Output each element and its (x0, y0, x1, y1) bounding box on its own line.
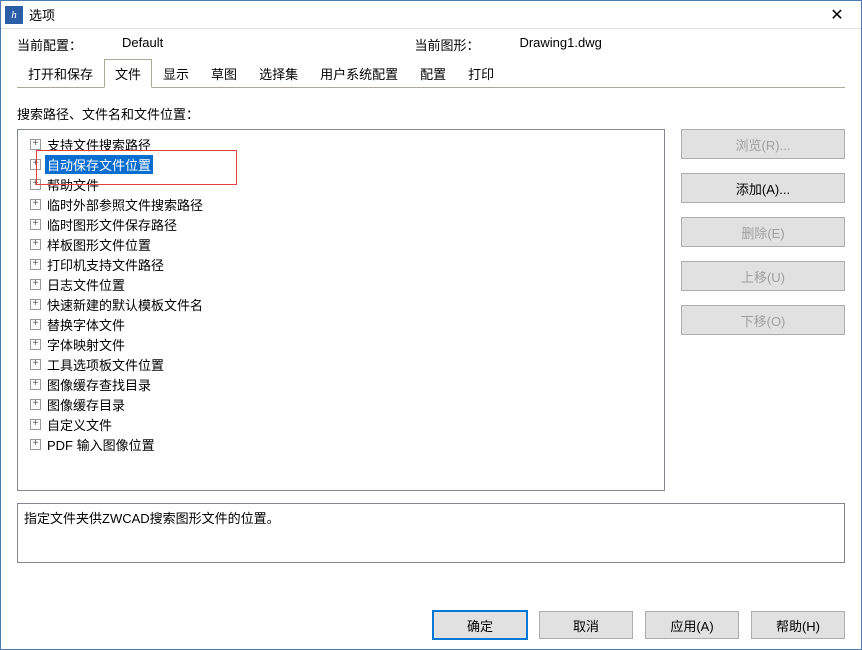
tab-7[interactable]: 打印 (457, 59, 505, 88)
side-button-4: 下移(O) (681, 305, 845, 335)
tab-0[interactable]: 打开和保存 (17, 59, 104, 88)
expand-icon[interactable]: + (30, 179, 41, 190)
tree-item[interactable]: + 帮助文件 (22, 174, 660, 194)
tree-item[interactable]: + 打印机支持文件路径 (22, 254, 660, 274)
tree-item-label: 日志文件位置 (45, 275, 127, 294)
description-text: 指定文件夹供ZWCAD搜索图形文件的位置。 (24, 511, 280, 526)
side-button-1[interactable]: 添加(A)... (681, 173, 845, 203)
tree-item-label: 图像缓存查找目录 (45, 375, 153, 394)
tab-6[interactable]: 配置 (409, 59, 457, 88)
side-button-0: 浏览(R)... (681, 129, 845, 159)
tree-item-label: 自定义文件 (45, 415, 114, 434)
tree-item-label: 工具选项板文件位置 (45, 355, 166, 374)
tree-item-label: 样板图形文件位置 (45, 235, 153, 254)
tree-item[interactable]: + 支持文件搜索路径 (22, 134, 660, 154)
drawing-value: Drawing1.dwg (519, 35, 601, 54)
window-title: 选项 (29, 5, 817, 24)
tab-content: 搜索路径、文件名和文件位置： + 支持文件搜索路径 + 自动保存文件位置 + 帮助文件 + 临… (1, 88, 861, 650)
expand-icon[interactable]: + (30, 219, 41, 230)
expand-icon[interactable]: + (30, 279, 41, 290)
side-button-3: 上移(U) (681, 261, 845, 291)
options-dialog: h 选项 ✕ 当前配置： Default 当前图形： Drawing1.dwg … (0, 0, 862, 650)
tree-item-label: 临时外部参照文件搜索路径 (45, 195, 205, 214)
bottom-buttons: 确定 取消 应用(A) 帮助(H) (433, 611, 845, 639)
apply-button[interactable]: 应用(A) (645, 611, 739, 639)
tree-item[interactable]: + 自动保存文件位置 (22, 154, 660, 174)
expand-icon[interactable]: + (30, 239, 41, 250)
expand-icon[interactable]: + (30, 359, 41, 370)
tree-item[interactable]: + PDF 输入图像位置 (22, 434, 660, 454)
expand-icon[interactable]: + (30, 379, 41, 390)
tree-item[interactable]: + 自定义文件 (22, 414, 660, 434)
tree-item[interactable]: + 图像缓存目录 (22, 394, 660, 414)
tree-item-label: 字体映射文件 (45, 335, 127, 354)
profile-label: 当前配置： (17, 35, 82, 54)
close-button[interactable]: ✕ (817, 1, 857, 28)
expand-icon[interactable]: + (30, 419, 41, 430)
expand-icon[interactable]: + (30, 339, 41, 350)
expand-icon[interactable]: + (30, 439, 41, 450)
content-label: 搜索路径、文件名和文件位置： (17, 104, 845, 123)
tree-item-label: 支持文件搜索路径 (45, 135, 153, 154)
side-button-2: 删除(E) (681, 217, 845, 247)
expand-icon[interactable]: + (30, 199, 41, 210)
ok-button[interactable]: 确定 (433, 611, 527, 639)
tree-item-label: 自动保存文件位置 (45, 155, 153, 174)
tree-item-label: 帮助文件 (45, 175, 101, 194)
tree-item-label: 快速新建的默认模板文件名 (45, 295, 205, 314)
tree-item-label: 图像缓存目录 (45, 395, 127, 414)
tree-item[interactable]: + 工具选项板文件位置 (22, 354, 660, 374)
tree-item-label: 打印机支持文件路径 (45, 255, 166, 274)
tab-5[interactable]: 用户系统配置 (309, 59, 409, 88)
tree-item-label: PDF 输入图像位置 (45, 435, 157, 454)
tree-item-label: 临时图形文件保存路径 (45, 215, 179, 234)
expand-icon[interactable]: + (30, 139, 41, 150)
tree-item[interactable]: + 快速新建的默认模板文件名 (22, 294, 660, 314)
tree-item[interactable]: + 日志文件位置 (22, 274, 660, 294)
expand-icon[interactable]: + (30, 399, 41, 410)
tree-item[interactable]: + 替换字体文件 (22, 314, 660, 334)
titlebar: h 选项 ✕ (1, 1, 861, 29)
tab-4[interactable]: 选择集 (248, 59, 309, 88)
description-box: 指定文件夹供ZWCAD搜索图形文件的位置。 (17, 503, 845, 563)
tab-1[interactable]: 文件 (104, 59, 152, 88)
file-tree[interactable]: + 支持文件搜索路径 + 自动保存文件位置 + 帮助文件 + 临时外部参照文件搜索路径 + 临时图… (17, 129, 665, 491)
expand-icon[interactable]: + (30, 319, 41, 330)
tree-item[interactable]: + 样板图形文件位置 (22, 234, 660, 254)
help-button[interactable]: 帮助(H) (751, 611, 845, 639)
tab-3[interactable]: 草图 (200, 59, 248, 88)
tree-item[interactable]: + 图像缓存查找目录 (22, 374, 660, 394)
side-buttons: 浏览(R)... 添加(A)... 删除(E) 上移(U) 下移(O) (681, 129, 845, 491)
profile-value: Default (122, 35, 163, 54)
cancel-button[interactable]: 取消 (539, 611, 633, 639)
tree-item-label: 替换字体文件 (45, 315, 127, 334)
expand-icon[interactable]: + (30, 159, 41, 170)
drawing-label: 当前图形： (414, 35, 479, 54)
tab-strip: 打开和保存文件显示草图选择集用户系统配置配置打印 (17, 58, 845, 88)
expand-icon[interactable]: + (30, 259, 41, 270)
tab-2[interactable]: 显示 (152, 59, 200, 88)
tree-item[interactable]: + 临时外部参照文件搜索路径 (22, 194, 660, 214)
expand-icon[interactable]: + (30, 299, 41, 310)
tree-item[interactable]: + 字体映射文件 (22, 334, 660, 354)
app-icon: h (5, 6, 23, 24)
info-row: 当前配置： Default 当前图形： Drawing1.dwg (1, 29, 861, 58)
tree-item[interactable]: + 临时图形文件保存路径 (22, 214, 660, 234)
